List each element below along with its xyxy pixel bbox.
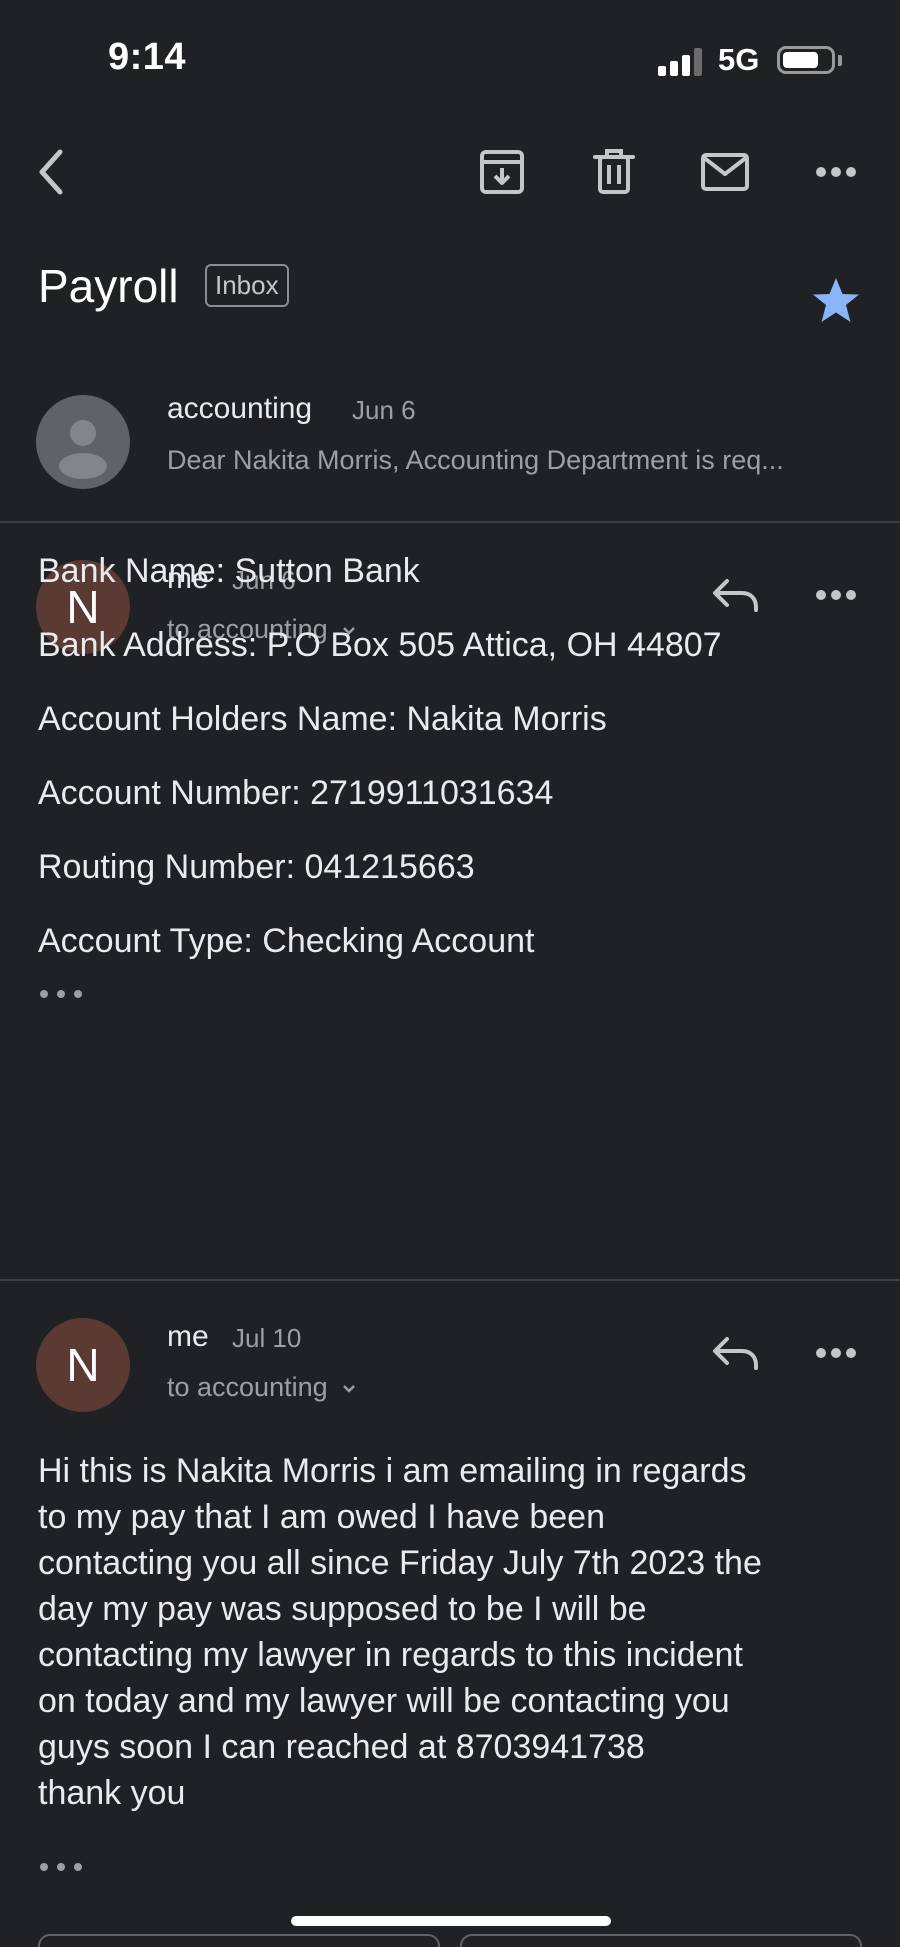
more-horizontal-icon [816,590,856,600]
battery-level [783,52,818,68]
battery-cap [838,55,842,66]
message-expanded: N me Jul 10 to accounting Hi this is Nak… [0,1280,900,1910]
body-line: contacting my lawyer in regards to this … [38,1636,743,1674]
archive-button[interactable] [472,142,532,202]
show-trimmed-content-button[interactable] [36,1855,86,1879]
body-line: Bank Name: Sutton Bank [38,552,420,590]
battery-icon [777,46,835,74]
body-line: Routing Number: 041215663 [38,848,475,886]
back-arrow-icon [39,149,63,195]
chevron-down-icon [343,1384,356,1393]
more-horizontal-icon [816,167,856,177]
recipients-text: to accounting [167,1372,328,1402]
status-bar: 9:14 5G [0,0,900,110]
message-date: Jul 10 [232,1323,302,1353]
back-button[interactable] [22,142,82,202]
message-more-button[interactable] [806,1325,866,1381]
body-line: thank you [38,1774,186,1812]
thread-subject: Payroll [38,260,179,312]
show-trimmed-content-button[interactable] [36,982,86,1006]
mail-icon [701,153,749,191]
star-icon[interactable] [810,275,862,327]
status-time: 9:14 [108,36,187,78]
message-expanded: N me Jun 6 to accounting Bank Name: Sutt… [0,522,900,1279]
reply-icon[interactable] [708,567,764,623]
body-line: to my pay that I am owed I have been [38,1498,605,1536]
recipients-toggle[interactable]: to accounting [167,1372,357,1403]
collapsed-message[interactable]: accounting Jun 6 Dear Nakita Morris, Acc… [0,375,900,522]
reply-icon[interactable] [708,1325,764,1381]
message-body: Hi this is Nakita Morris i am emailing i… [38,1448,868,1816]
sender-name: accounting [167,392,313,425]
reply-button[interactable] [38,1934,440,1947]
signal-strength-icon [658,48,702,76]
archive-icon [480,150,524,194]
body-line: contacting you all since Friday July 7th… [38,1544,762,1582]
more-options-button[interactable] [806,142,866,202]
message-date: Jun 6 [352,395,416,425]
body-line: Account Number: 2719911031634 [38,774,554,812]
delete-button[interactable] [584,142,644,202]
body-line: Account Type: Checking Account [38,922,535,960]
email-thread-screen: 9:14 5G Payroll Inbox accounting Jun 6 D… [0,0,900,1947]
message-more-button[interactable] [806,567,866,623]
default-person-icon [59,420,107,479]
sender-name: me [167,1320,209,1353]
body-line: day my pay was supposed to be I will be [38,1590,647,1628]
message-snippet: Dear Nakita Morris, Accounting Departmen… [167,445,784,475]
forward-button[interactable] [460,1934,862,1947]
body-line: Hi this is Nakita Morris i am emailing i… [38,1452,747,1490]
mark-unread-button[interactable] [695,142,755,202]
body-line: Account Holders Name: Nakita Morris [38,700,607,738]
inbox-label-chip[interactable]: Inbox [205,264,289,307]
body-line: Bank Address: P.O Box 505 Attica, OH 448… [38,626,722,664]
trash-icon [593,149,635,194]
network-type: 5G [718,42,760,77]
subject-row: Payroll Inbox [38,255,900,325]
body-line: guys soon I can reached at 8703941738 [38,1728,645,1766]
avatar: N [36,1318,130,1412]
thread-toolbar [0,130,900,210]
avatar [36,395,130,489]
body-line: on today and my lawyer will be contactin… [38,1682,730,1720]
home-indicator[interactable] [291,1916,611,1926]
more-horizontal-icon [816,1348,856,1358]
